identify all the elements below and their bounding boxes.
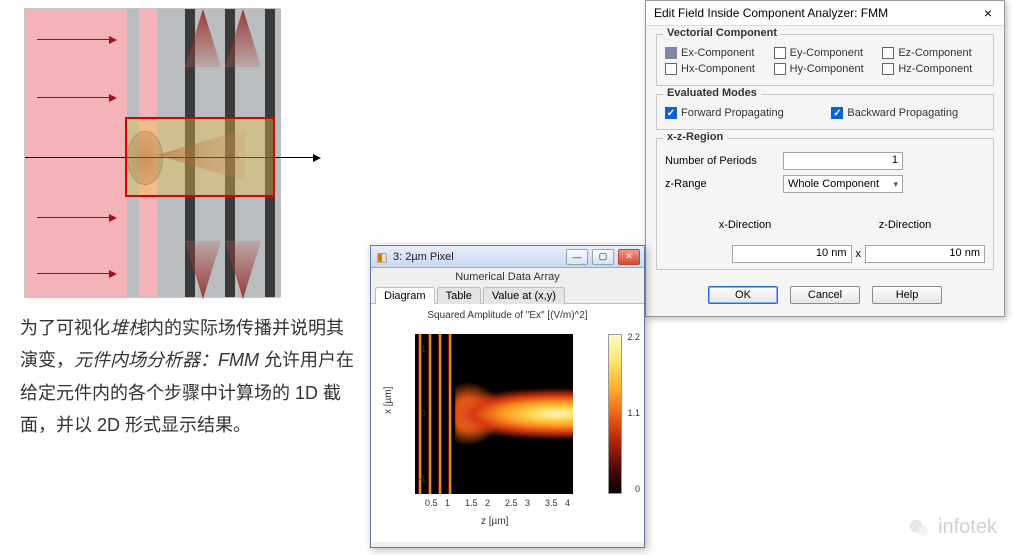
watermark-text: infotek — [938, 516, 997, 539]
group-title: Vectorial Component — [663, 27, 781, 39]
numerical-data-window: ◧ 3: 2µm Pixel — ▢ ✕ Numerical Data Arra… — [370, 245, 645, 548]
checkbox-hx[interactable]: Hx-Component — [665, 63, 768, 75]
x-tick: 1.5 — [465, 498, 478, 508]
nda-titlebar: ◧ 3: 2µm Pixel — ▢ ✕ — [371, 246, 644, 268]
highlight-region — [125, 117, 275, 197]
checkbox-icon — [665, 107, 677, 119]
colorbar-tick: 1.1 — [627, 408, 640, 418]
close-button[interactable]: ✕ — [618, 249, 640, 265]
close-icon[interactable]: × — [980, 5, 996, 21]
checkbox-icon — [774, 63, 786, 75]
tab-diagram[interactable]: Diagram — [375, 287, 435, 304]
maximize-button[interactable]: ▢ — [592, 249, 614, 265]
checkbox-icon — [774, 47, 786, 59]
xdir-header: x-Direction — [665, 219, 825, 231]
cancel-button[interactable]: Cancel — [790, 286, 860, 304]
tab-value[interactable]: Value at (x,y) — [483, 287, 565, 304]
group-region: x-z-Region Number of Periods 1 z-Range W… — [656, 138, 994, 270]
checkbox-hy[interactable]: Hy-Component — [774, 63, 877, 75]
checkbox-hz[interactable]: Hz-Component — [882, 63, 985, 75]
x-tick: 2 — [485, 498, 490, 508]
xdir-input[interactable]: 10 nm — [732, 245, 852, 263]
x-axis-label: z [µm] — [481, 516, 508, 527]
checkbox-backward[interactable]: Backward Propagating — [831, 107, 985, 119]
plot-title: Squared Amplitude of "Ex" [(V/m)^2] — [375, 310, 640, 321]
checkbox-icon — [882, 47, 894, 59]
fmm-dialog: Edit Field Inside Component Analyzer: FM… — [645, 0, 1005, 317]
ok-button[interactable]: OK — [708, 286, 778, 304]
tabs: Diagram Table Value at (x,y) — [371, 286, 644, 304]
minimize-button[interactable]: — — [566, 249, 588, 265]
zrange-select[interactable]: Whole Component ▾ — [783, 175, 903, 193]
x-tick: 0.5 — [425, 498, 438, 508]
checkbox-icon — [882, 63, 894, 75]
colorbar-tick: 2.2 — [627, 332, 640, 342]
y-tick: -1 — [406, 474, 426, 484]
stack-illustration — [24, 8, 280, 298]
checkbox-icon — [665, 47, 677, 59]
watermark: infotek — [908, 516, 997, 539]
chevron-down-icon: ▾ — [893, 179, 898, 190]
fmm-title: Edit Field Inside Component Analyzer: FM… — [654, 6, 888, 20]
checkbox-ex[interactable]: Ex-Component — [665, 47, 768, 59]
y-axis-label: x [µm] — [383, 387, 394, 414]
checkbox-ez[interactable]: Ez-Component — [882, 47, 985, 59]
zrange-label: z-Range — [665, 178, 775, 190]
periods-input[interactable]: 1 — [783, 152, 903, 170]
arrow-icon — [37, 217, 111, 218]
arrow-icon — [37, 273, 111, 274]
zdir-input[interactable]: 10 nm — [865, 245, 985, 263]
heatmap — [415, 334, 573, 494]
x-tick: 2.5 — [505, 498, 518, 508]
x-tick: 4 — [565, 498, 570, 508]
help-button[interactable]: Help — [872, 286, 942, 304]
x-tick: 3.5 — [545, 498, 558, 508]
heatmap-beam — [455, 388, 573, 440]
zdir-header: z-Direction — [825, 219, 985, 231]
checkbox-icon — [831, 107, 843, 119]
group-vectorial: Vectorial Component Ex-Component Ey-Comp… — [656, 34, 994, 86]
checkbox-icon — [665, 63, 677, 75]
arrow-icon — [37, 39, 111, 40]
group-title: x-z-Region — [663, 131, 727, 143]
fmm-titlebar: Edit Field Inside Component Analyzer: FM… — [646, 1, 1004, 26]
plot-area: Squared Amplitude of "Ex" [(V/m)^2] 1 0 … — [371, 304, 644, 542]
colorbar — [608, 334, 622, 494]
colorbar-tick: 0 — [635, 484, 640, 494]
group-modes: Evaluated Modes Forward Propagating Back… — [656, 94, 994, 130]
text: 为了可视化 — [20, 318, 110, 338]
text: 元件内场分析器：FMM — [74, 350, 259, 370]
text: 堆栈 — [110, 318, 146, 338]
window-icon: ◧ — [375, 250, 389, 264]
checkbox-ey[interactable]: Ey-Component — [774, 47, 877, 59]
y-tick: 1 — [406, 344, 426, 354]
periods-label: Number of Periods — [665, 155, 775, 167]
sep-label: x — [856, 248, 862, 260]
nda-title: 3: 2µm Pixel — [393, 251, 562, 263]
x-tick: 3 — [525, 498, 530, 508]
group-title: Evaluated Modes — [663, 87, 761, 99]
wechat-icon — [908, 517, 930, 539]
description-text: 为了可视化堆栈内的实际场传播并说明其演变，元件内场分析器：FMM 允许用户在给定… — [20, 312, 360, 442]
tab-table[interactable]: Table — [437, 287, 481, 304]
nda-subtitle: Numerical Data Array — [371, 268, 644, 286]
arrow-icon — [37, 97, 111, 98]
checkbox-forward[interactable]: Forward Propagating — [665, 107, 819, 119]
button-row: OK Cancel Help — [646, 276, 1004, 316]
y-tick: 0 — [406, 408, 426, 418]
x-tick: 1 — [445, 498, 450, 508]
